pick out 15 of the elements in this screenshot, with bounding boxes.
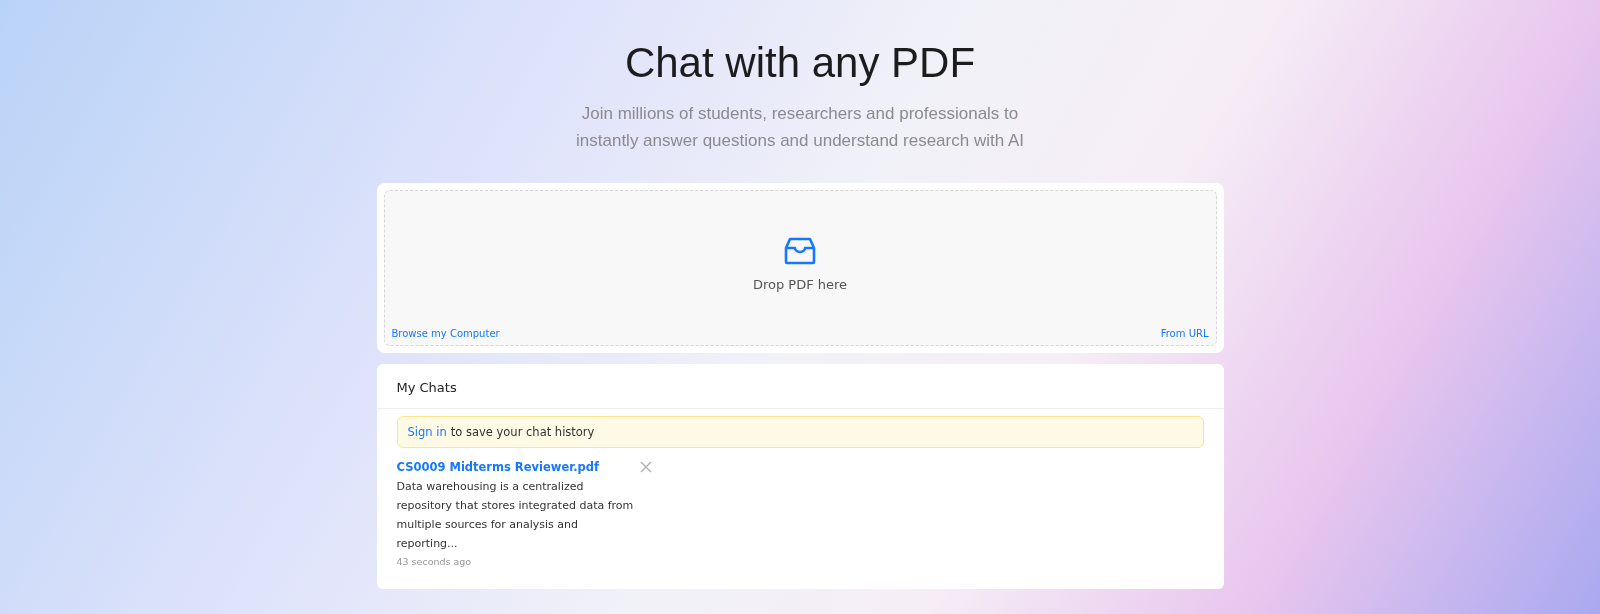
notice-text: to save your chat history bbox=[450, 425, 595, 439]
browse-link[interactable]: Browse my Computer bbox=[391, 328, 500, 339]
drop-zone[interactable]: Drop PDF here Browse my Computer From URL bbox=[383, 190, 1217, 346]
subtitle-text: instantly answer questions and understand research with AI bbox=[576, 130, 1024, 152]
sign-in-link[interactable]: Sign in bbox=[407, 425, 447, 439]
inbox-tray-icon bbox=[784, 235, 816, 267]
drop-prompt: Drop PDF here bbox=[752, 277, 848, 292]
chat-summary: Data warehousing is a centralized repository that stores integrated data from multiple sources for analysis and reporting... bbox=[396, 479, 635, 552]
chats-heading: My Chats bbox=[376, 364, 1224, 409]
chat-time: 43 seconds ago bbox=[396, 556, 473, 567]
chat-title-link[interactable]: CS0009 Midterms Reviewer.pdf bbox=[396, 460, 600, 474]
close-icon[interactable] bbox=[639, 461, 652, 473]
url-link[interactable]: From URL bbox=[1160, 328, 1209, 339]
page-title: Chat with any PDF bbox=[624, 38, 976, 88]
subtitle-text: Join millions of students, researchers and professionals to bbox=[581, 103, 1019, 125]
